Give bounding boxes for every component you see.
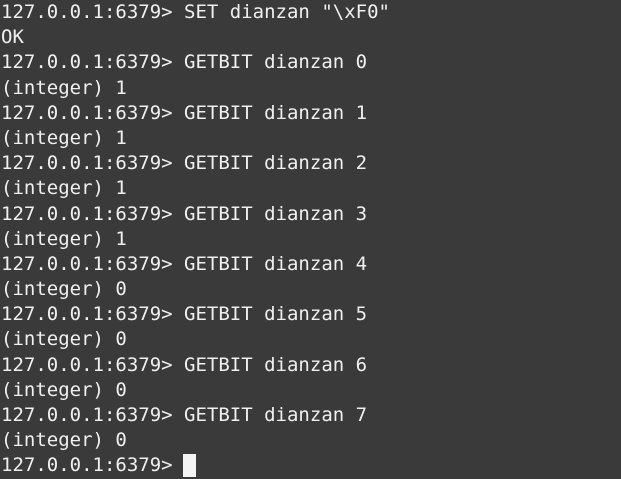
output-line: (integer) 0 xyxy=(1,328,127,351)
prompt: 127.0.0.1:6379> xyxy=(1,353,173,376)
output-line: (integer) 0 xyxy=(1,429,127,452)
command-line: 127.0.0.1:6379> SET dianzan "\xF0" xyxy=(1,0,621,25)
command-line: 127.0.0.1:6379> GETBIT dianzan 2 xyxy=(1,151,621,176)
prompt: 127.0.0.1:6379> xyxy=(1,152,173,175)
prompt: 127.0.0.1:6379> xyxy=(1,51,173,74)
command-text: GETBIT dianzan 2 xyxy=(184,152,368,175)
prompt: 127.0.0.1:6379> xyxy=(1,202,173,225)
output-line: (integer) 0 xyxy=(1,278,127,301)
command-text xyxy=(173,0,184,25)
command-line: 127.0.0.1:6379> GETBIT dianzan 3 xyxy=(1,202,621,227)
terminal-window[interactable]: 127.0.0.1:6379> SET dianzan "\xF0" OK 12… xyxy=(0,0,621,479)
command-line: 127.0.0.1:6379> GETBIT dianzan 4 xyxy=(1,252,621,277)
command-text: GETBIT dianzan 6 xyxy=(184,353,368,376)
command-text: GETBIT dianzan 3 xyxy=(184,202,368,225)
command-line: 127.0.0.1:6379> GETBIT dianzan 6 xyxy=(1,353,621,378)
text-cursor[interactable] xyxy=(182,454,196,478)
output-line: (integer) 1 xyxy=(1,177,127,200)
output-line: (integer) 1 xyxy=(1,76,127,99)
prompt: 127.0.0.1:6379> xyxy=(1,404,173,426)
command-line: 127.0.0.1:6379> GETBIT dianzan 0 xyxy=(1,50,621,75)
output-line: (integer) 1 xyxy=(1,126,127,149)
output-line: (integer) 1 xyxy=(1,227,127,250)
command-line: 127.0.0.1:6379> GETBIT dianzan 1 xyxy=(1,101,621,126)
output-line: OK xyxy=(1,26,24,49)
command-line: 127.0.0.1:6379> GETBIT dianzan 5 xyxy=(1,302,621,327)
command-text: GETBIT dianzan 1 xyxy=(184,101,368,124)
output-line: (integer) 0 xyxy=(1,378,127,401)
prompt: 127.0.0.1:6379> xyxy=(1,303,173,326)
command-text: GETBIT dianzan 0 xyxy=(184,51,368,74)
command-line: 127.0.0.1:6379> GETBIT dianzan 7 xyxy=(1,403,621,428)
prompt: 127.0.0.1:6379> xyxy=(1,454,173,477)
prompt: 127.0.0.1:6379> xyxy=(1,252,173,275)
command-text: GETBIT dianzan 4 xyxy=(184,252,368,275)
command-text: GETBIT dianzan 7 xyxy=(184,404,368,426)
prompt: 127.0.0.1:6379> xyxy=(1,1,173,23)
active-prompt-line[interactable]: 127.0.0.1:6379> xyxy=(1,453,621,478)
command-text: GETBIT dianzan 5 xyxy=(184,303,368,326)
prompt: 127.0.0.1:6379> xyxy=(1,101,173,124)
command-text: SET dianzan "\xF0" xyxy=(184,1,390,23)
